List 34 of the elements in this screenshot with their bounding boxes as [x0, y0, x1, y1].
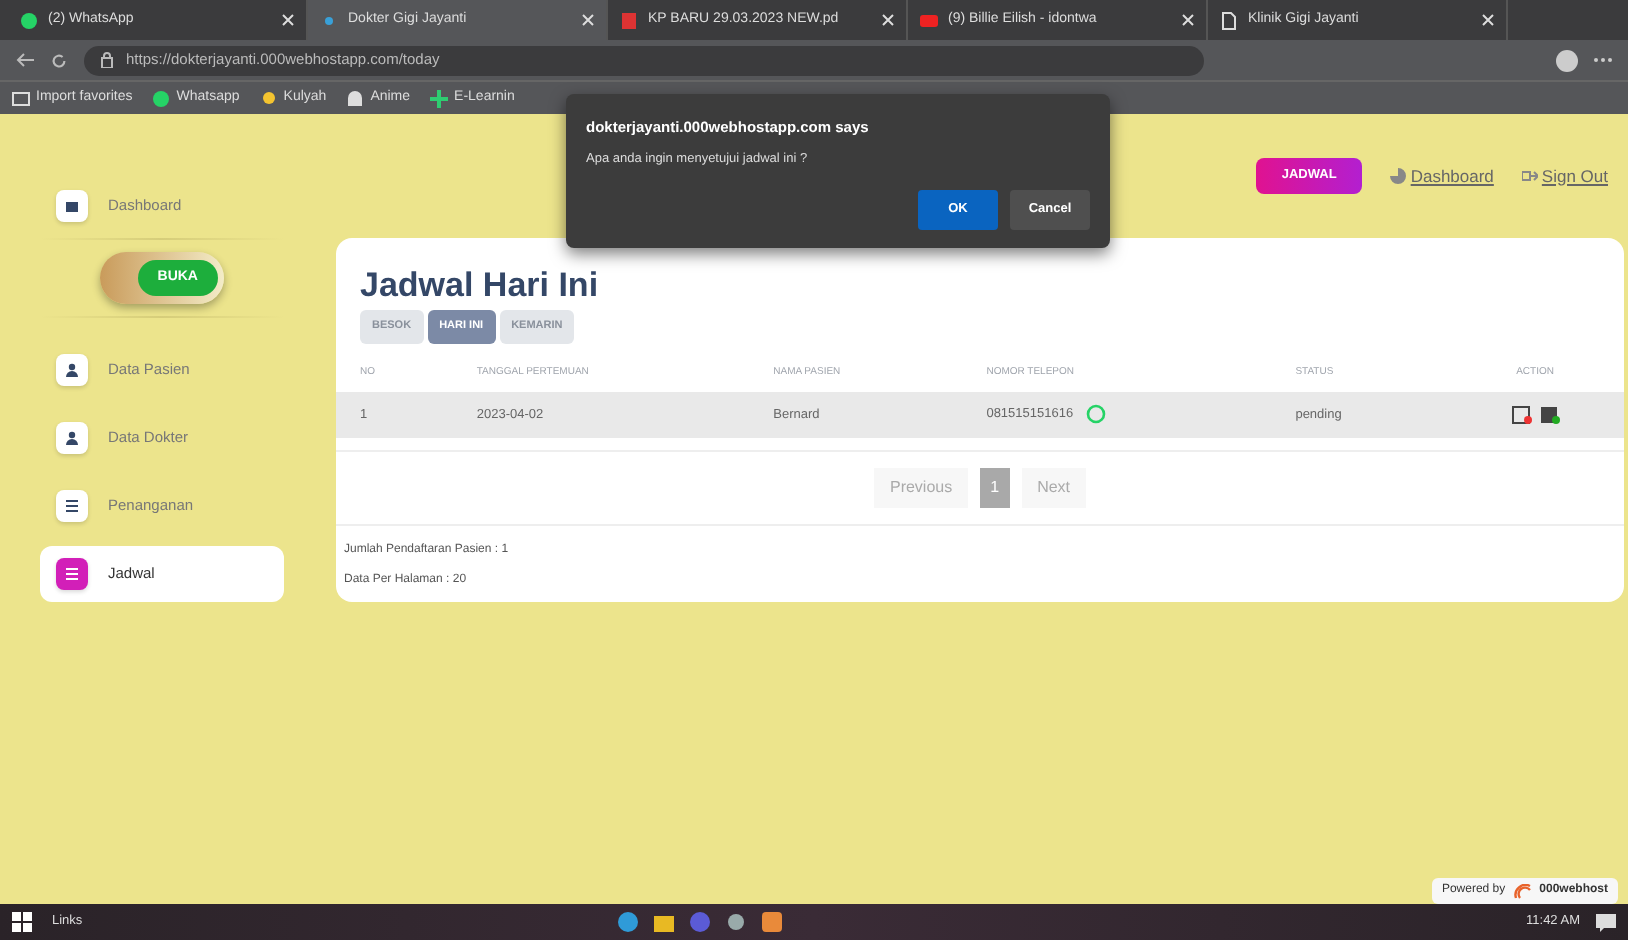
close-icon[interactable] — [882, 14, 894, 26]
logo-icon — [1513, 883, 1532, 899]
close-icon[interactable] — [1482, 14, 1494, 26]
folder-icon[interactable] — [654, 913, 675, 931]
pdf-icon — [620, 11, 638, 29]
windows-icon[interactable] — [12, 912, 32, 932]
page-icon — [1220, 11, 1238, 29]
bulb-icon — [259, 89, 278, 107]
video-icon — [920, 11, 938, 29]
notification-icon[interactable] — [1596, 913, 1616, 931]
nav-link[interactable]: Dashboard — [1390, 163, 1494, 189]
list-icon — [64, 498, 80, 514]
plus-icon — [430, 89, 449, 107]
close-icon[interactable] — [282, 14, 294, 26]
app-icon[interactable] — [690, 912, 711, 932]
user-icon — [64, 362, 80, 378]
refresh-icon[interactable] — [50, 51, 68, 69]
list-icon — [64, 566, 80, 582]
folder-icon — [12, 89, 30, 107]
dot-icon — [320, 11, 338, 29]
close-icon[interactable] — [1182, 14, 1194, 26]
user-icon — [64, 430, 80, 446]
card-title: Jadwal Hari Ini — [358, 264, 601, 307]
nav-link[interactable]: Sign Out — [1521, 163, 1608, 189]
calendar-delete-icon[interactable] — [1511, 404, 1532, 425]
calendar-check-icon[interactable] — [1539, 404, 1560, 425]
profile-icon[interactable] — [1556, 49, 1578, 71]
back-icon[interactable] — [16, 52, 34, 68]
pie-chart-icon — [1390, 168, 1407, 184]
lock-icon — [100, 52, 114, 68]
close-icon[interactable] — [582, 14, 594, 26]
app-icon[interactable] — [726, 912, 747, 932]
sign-out-icon — [1521, 168, 1538, 184]
app-icon[interactable] — [762, 912, 783, 932]
